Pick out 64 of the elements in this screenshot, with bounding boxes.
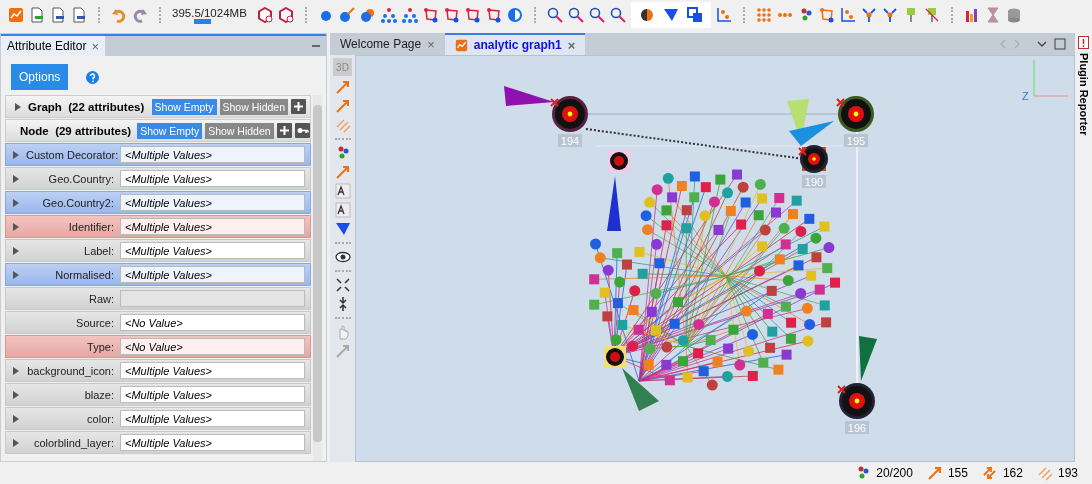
attribute-row[interactable]: Normalised: <Multiple Values> (5, 263, 311, 286)
attribute-value-field[interactable]: <Multiple Values> (120, 218, 305, 235)
attribute-value-field[interactable]: <Multiple Values> (120, 362, 305, 379)
attribute-value-field[interactable]: <Multiple Values> (120, 434, 305, 451)
attribute-value-field[interactable]: <Multiple Values> (120, 170, 305, 187)
attribute-name: background_icon: (26, 364, 115, 377)
attribute-row[interactable]: background_icon: <Multiple Values> (5, 359, 311, 382)
attribute-name: colorblind_layer: (32, 436, 115, 449)
axis-label: Z (1022, 90, 1029, 102)
attribute-value-field[interactable]: <No Value> (120, 338, 305, 355)
attribute-value-field[interactable]: <Multiple Values> (120, 146, 305, 163)
editor-tab[interactable]: analytic graph1 × (444, 33, 586, 55)
status-count: 20/200 (876, 466, 913, 480)
panel-tab[interactable]: Attribute Editor × (1, 36, 105, 56)
attribute-value-field[interactable]: <Multiple Values> (120, 266, 305, 283)
close-icon[interactable]: × (91, 38, 99, 54)
toggle-button[interactable]: Show Empty (137, 122, 203, 139)
close-icon[interactable]: × (567, 37, 576, 53)
attribute-row[interactable]: Type: <No Value> (5, 335, 311, 358)
attribute-name: color: (86, 412, 115, 425)
section-title: Node (29 attributes) (20, 124, 132, 137)
section-header[interactable]: Graph (22 attributes) Show Empty Show Hidden (5, 95, 311, 118)
attribute-row[interactable]: color: <Multiple Values> (5, 407, 311, 430)
memory-meter[interactable]: 395.5/1024MB (172, 6, 252, 24)
attribute-value-field[interactable]: <Multiple Values> (120, 194, 305, 211)
attribute-row[interactable]: blaze: <Multiple Values> (5, 383, 311, 406)
attribute-row[interactable]: colorblind_layer: <Multiple Values> (5, 431, 311, 454)
node-label: 196 (845, 421, 869, 434)
section-title: Graph (22 attributes) (28, 100, 145, 113)
attribute-name: blaze: (83, 388, 115, 401)
attribute-name: Geo.Country2: (41, 196, 115, 209)
status-count: 162 (1002, 466, 1023, 480)
attribute-row[interactable]: Geo.Country2: <Multiple Values> (5, 191, 311, 214)
node-label: 195 (844, 134, 868, 147)
attribute-value-field[interactable]: <Multiple Values> (120, 242, 305, 259)
toggle-button[interactable]: Show Empty (151, 98, 217, 115)
editor-tab[interactable]: Welcome Page × (330, 33, 445, 55)
attribute-name: Raw: (87, 292, 115, 305)
attribute-row[interactable]: Custom Decorator: <Multiple Values> (5, 143, 311, 166)
attribute-name: Label: (83, 244, 115, 257)
status-count: 155 (947, 466, 968, 480)
attribute-name: Normalised: (54, 268, 115, 281)
section-header[interactable]: Node (29 attributes) Show Empty Show Hidden (5, 119, 311, 142)
memory-usage: 395.5/1024MB (172, 6, 247, 19)
plugin-reporter-tab[interactable]: Plugin Reporter (1077, 53, 1090, 136)
attribute-value-field[interactable]: <No Value> (120, 314, 305, 331)
toggle-button[interactable]: Show Hidden (205, 122, 274, 139)
node-label: 190 (802, 175, 826, 188)
attribute-row[interactable]: Geo.Country: <Multiple Values> (5, 167, 311, 190)
attribute-name: Source: (75, 316, 115, 329)
attribute-name: Custom Decorator: (26, 148, 120, 161)
attribute-row[interactable]: Label: <Multiple Values> (5, 239, 311, 262)
node-label: 194 (558, 134, 582, 147)
toggle-button[interactable]: Show Hidden (219, 98, 288, 115)
attribute-row[interactable]: Identifier: <Multiple Values> (5, 215, 311, 238)
attribute-name: Identifier: (67, 220, 115, 233)
attribute-row[interactable]: Source: <No Value> (5, 311, 311, 334)
attribute-name: Geo.Country: (47, 172, 115, 185)
attribute-value-field[interactable]: <Multiple Values> (120, 386, 305, 403)
close-icon[interactable]: × (427, 36, 435, 52)
attribute-value-field[interactable]: <Multiple Values> (120, 410, 305, 427)
status-count: 193 (1057, 466, 1078, 480)
attribute-name: Type: (86, 340, 115, 353)
options-button[interactable]: Options (11, 64, 69, 90)
